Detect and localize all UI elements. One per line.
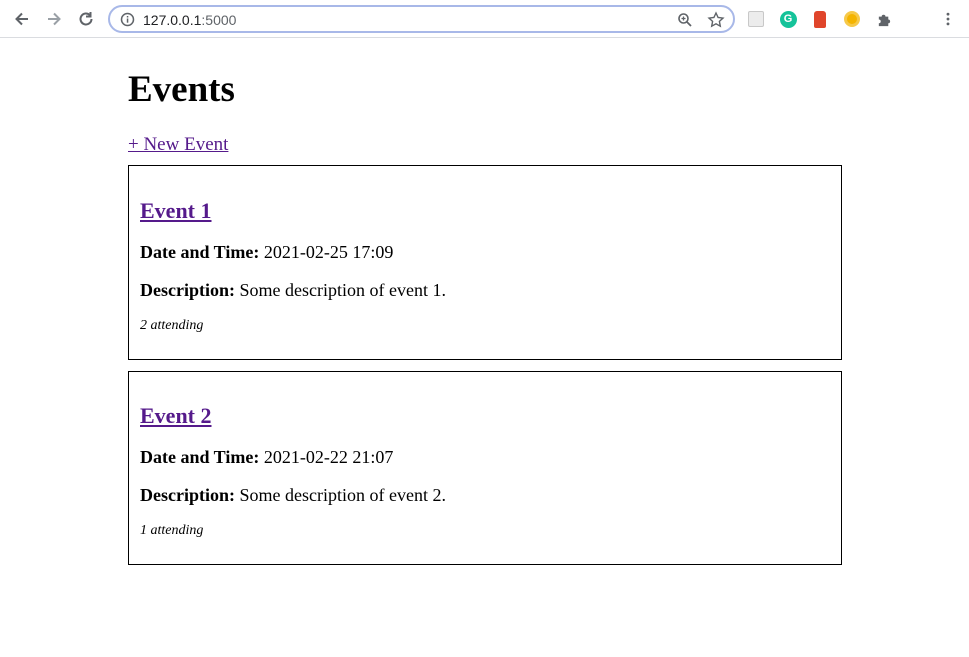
- arrow-left-icon: [15, 12, 28, 26]
- event-description: Description: Some description of event 1…: [140, 279, 446, 301]
- reload-button[interactable]: [74, 7, 98, 31]
- forward-button[interactable]: [42, 7, 66, 31]
- event-description: Description: Some description of event 2…: [140, 484, 446, 506]
- extension-grey-icon[interactable]: [747, 10, 765, 28]
- kebab-menu-icon[interactable]: [939, 10, 957, 28]
- event-datetime: Date and Time: 2021-02-22 21:07: [140, 446, 393, 468]
- extension-red-icon[interactable]: [811, 10, 829, 28]
- attending-count: 1 attending: [140, 523, 204, 538]
- description-label: Description:: [140, 485, 235, 505]
- event-title-link[interactable]: Event 2: [140, 403, 212, 429]
- arrow-right-icon: [48, 12, 61, 26]
- info-icon[interactable]: [120, 12, 135, 27]
- zoom-icon[interactable]: [676, 11, 694, 29]
- new-event-link[interactable]: + New Event: [128, 134, 228, 156]
- browser-toolbar: 127.0.0.1:5000 G: [0, 0, 969, 38]
- grammarly-icon[interactable]: G: [779, 10, 797, 28]
- description-label: Description:: [140, 280, 235, 300]
- reload-icon: [79, 12, 93, 26]
- back-button[interactable]: [10, 7, 34, 31]
- datetime-value: 2021-02-25 17:09: [263, 242, 394, 262]
- address-bar[interactable]: 127.0.0.1:5000: [108, 5, 735, 33]
- page-title: Events: [128, 69, 235, 110]
- url-host: 127.0.0.1: [143, 12, 202, 28]
- description-value: Some description of event 2.: [239, 485, 446, 505]
- datetime-label: Date and Time:: [140, 242, 260, 262]
- event-card: Event 2 Date and Time: 2021-02-22 21:07 …: [128, 371, 842, 565]
- datetime-label: Date and Time:: [140, 447, 260, 467]
- description-value: Some description of event 1.: [239, 280, 446, 300]
- datetime-value: 2021-02-22 21:07: [263, 447, 394, 467]
- url-text[interactable]: 127.0.0.1:5000: [143, 12, 236, 28]
- url-port: :5000: [201, 12, 237, 28]
- puzzle-icon[interactable]: [875, 10, 893, 28]
- event-datetime: Date and Time: 2021-02-25 17:09: [140, 241, 393, 263]
- extension-orange-icon[interactable]: [843, 10, 861, 28]
- attending-count: 2 attending: [140, 318, 204, 333]
- event-title-link[interactable]: Event 1: [140, 198, 212, 224]
- event-card: Event 1 Date and Time: 2021-02-25 17:09 …: [128, 165, 842, 360]
- star-icon[interactable]: [707, 11, 725, 29]
